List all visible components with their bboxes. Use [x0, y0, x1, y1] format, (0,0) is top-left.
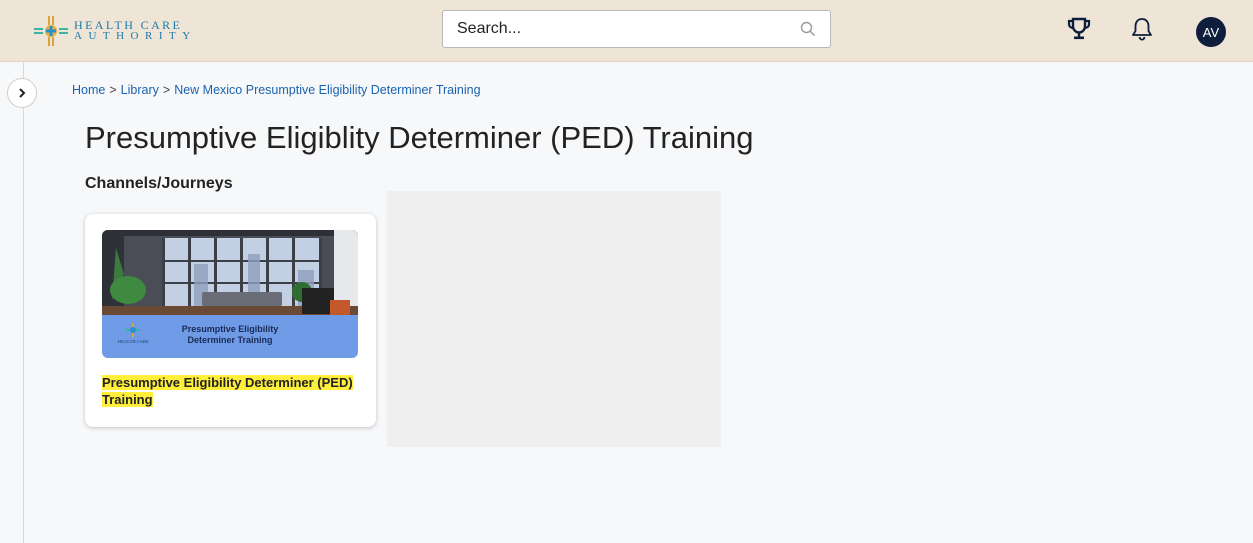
- health-care-authority-logo[interactable]: HEALTH CARE AUTHORITY: [34, 14, 197, 48]
- card-title-text[interactable]: Presumptive Eligibility Determiner (PED)…: [102, 375, 353, 407]
- journey-card[interactable]: HEALTH CARE Presumptive Eligibility Dete…: [85, 214, 376, 427]
- loading-placeholder: [387, 191, 721, 447]
- search-box[interactable]: [442, 10, 831, 48]
- search-icon[interactable]: [800, 21, 816, 37]
- card-title[interactable]: Presumptive Eligibility Determiner (PED)…: [102, 374, 364, 408]
- breadcrumb-separator: >: [109, 83, 117, 97]
- breadcrumb-library[interactable]: Library: [121, 83, 159, 97]
- zia-sun-logo-icon: [34, 16, 68, 46]
- bell-icon[interactable]: [1130, 16, 1154, 42]
- page-title: Presumptive Eligiblity Determiner (PED) …: [85, 120, 754, 155]
- thumbnail-logo-text: HEALTH CARE: [118, 339, 149, 344]
- thumbnail-title-line1: Presumptive Eligibility: [182, 324, 279, 334]
- breadcrumb-separator: >: [162, 83, 171, 97]
- chevron-right-icon: [19, 88, 26, 98]
- user-avatar[interactable]: AV: [1196, 17, 1226, 47]
- thumbnail-title-line2: Determiner Training: [187, 335, 272, 345]
- breadcrumb: Home > Library > New Mexico Presumptive Elig…: [72, 83, 481, 97]
- top-header: HEALTH CARE AUTHORITY AV: [0, 0, 1253, 62]
- section-title: Channels/Journeys: [85, 175, 233, 192]
- logo-line-2: AUTHORITY: [74, 30, 197, 42]
- card-thumbnail-illustration: HEALTH CARE Presumptive Eligibility Dete…: [102, 230, 358, 358]
- search-input[interactable]: [443, 11, 783, 47]
- card-thumbnail[interactable]: HEALTH CARE Presumptive Eligibility Dete…: [102, 230, 358, 358]
- sidebar-expand-button[interactable]: [7, 78, 37, 108]
- trophy-icon[interactable]: [1066, 16, 1092, 42]
- logo-text: HEALTH CARE AUTHORITY: [74, 19, 197, 42]
- sidebar-divider: [23, 62, 24, 543]
- breadcrumb-current[interactable]: New Mexico Presumptive Eligibility Deter…: [174, 83, 480, 97]
- breadcrumb-home[interactable]: Home: [72, 83, 105, 97]
